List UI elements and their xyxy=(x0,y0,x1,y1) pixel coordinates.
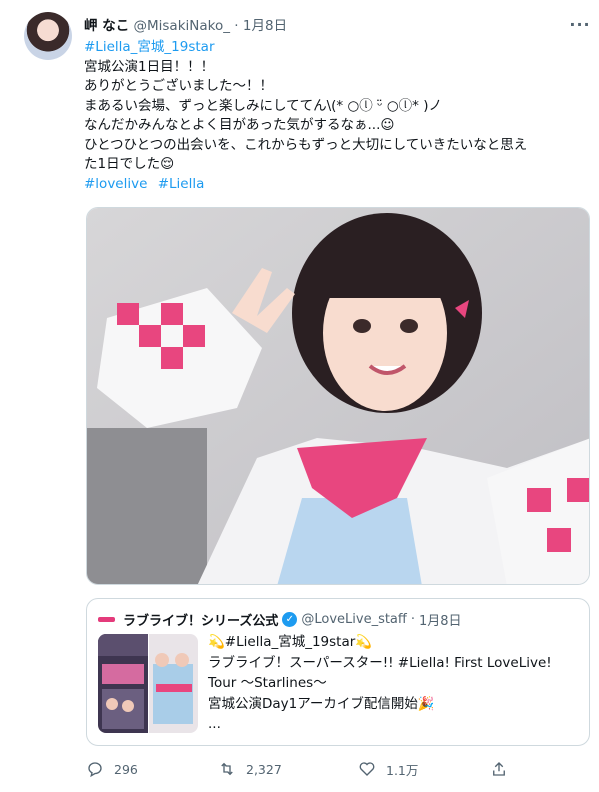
heart-icon xyxy=(358,760,376,778)
quoted-tweet-text: 💫#Liella_宮城_19star💫 ラブライブ！スーパースター!! #Lie… xyxy=(208,632,583,735)
tweet-date[interactable]: 1月8日 xyxy=(243,18,287,34)
tweet-line: まあるい会場、ずっと楽しみにしててん\(* ○ⓛ ᵕ̈ ○ⓛ* )ノ xyxy=(84,97,442,114)
quoted-line: 宮城公演Day1アーカイブ配信開始🎉 xyxy=(208,695,435,712)
hashtag-link[interactable]: #Liella xyxy=(158,176,205,192)
author-handle[interactable]: @MisakiNako_ xyxy=(134,18,231,34)
brand-logo-icon xyxy=(98,617,115,622)
like-count: 1.1万 xyxy=(386,762,419,778)
share-icon xyxy=(490,760,508,778)
tweet-photo[interactable] xyxy=(86,207,590,585)
tweet-header: 岬 なこ @MisakiNako_ · 1月8日 xyxy=(84,14,287,34)
like-button[interactable]: 1.1万 xyxy=(358,757,418,781)
quoted-line: ... xyxy=(208,716,221,732)
header-separator: · xyxy=(234,18,239,34)
tweet-line-hashtag[interactable]: #Liella_宮城_19star xyxy=(84,38,584,58)
retweet-button[interactable]: 2,327 xyxy=(218,757,282,781)
reply-count: 296 xyxy=(114,761,138,777)
quoted-line: ラブライブ！スーパースター!! #Liella! First LoveLive! xyxy=(208,654,552,671)
reply-icon xyxy=(86,760,104,778)
hashtag-row: #lovelive #Liella xyxy=(84,175,584,195)
more-icon[interactable]: ··· xyxy=(569,14,590,34)
thumbnail-illustration xyxy=(98,634,198,733)
tweet-line: なんだかみんなとよく目があった気がするなぁ...☺ xyxy=(84,117,395,133)
reply-button[interactable]: 296 xyxy=(86,757,138,781)
tweet-line: ありがとうございました〜！！ xyxy=(84,78,273,94)
quoted-separator: · xyxy=(410,612,415,627)
tweet-line: た1日でした😌 xyxy=(84,156,175,172)
quoted-author-handle[interactable]: @LoveLive_staff xyxy=(301,612,407,627)
author-display-name[interactable]: 岬 なこ xyxy=(84,18,129,34)
quoted-tweet-header: ラブライブ！シリーズ公式 ✓ @LoveLive_staff · 1月8日 xyxy=(98,610,462,629)
verified-badge-icon: ✓ xyxy=(282,612,298,627)
retweet-count: 2,327 xyxy=(246,761,282,777)
photo-illustration xyxy=(87,208,589,584)
hashtag-link[interactable]: #lovelive xyxy=(84,176,147,192)
tweet-body: #Liella_宮城_19star 宮城公演1日目！！！ ありがとうございました… xyxy=(84,38,584,194)
retweet-icon xyxy=(218,760,236,778)
quoted-line: 💫#Liella_宮城_19star💫 xyxy=(208,634,373,650)
tweet-line: ひとつひとつの出会いを、これからもずっと大切にしていきたいなと思え xyxy=(84,136,528,153)
quoted-tweet-thumbnail[interactable] xyxy=(98,634,198,733)
quoted-date[interactable]: 1月8日 xyxy=(419,610,462,629)
quoted-author-name[interactable]: ラブライブ！シリーズ公式 xyxy=(123,610,278,629)
author-avatar[interactable] xyxy=(24,12,72,60)
share-button[interactable] xyxy=(490,757,508,781)
quoted-line: Tour 〜Starlines〜 xyxy=(208,675,327,691)
tweet-line: 宮城公演1日目！！！ xyxy=(84,58,215,75)
